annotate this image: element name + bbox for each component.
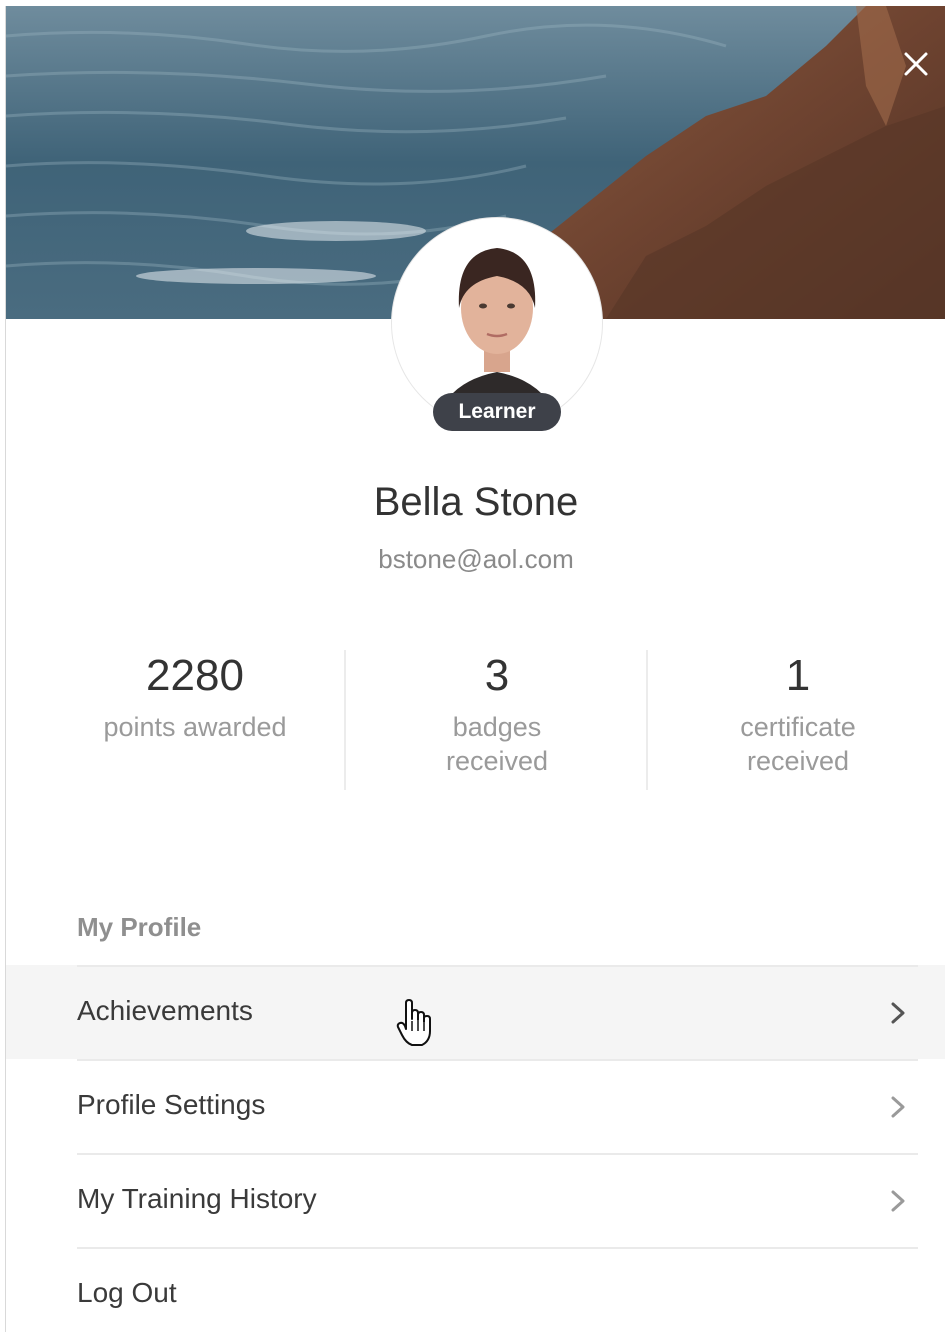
menu-item-label: My Training History [77,1183,317,1214]
chevron-right-icon [888,1093,908,1121]
stat-value: 1 [785,651,811,700]
menu-divider [77,1153,918,1155]
menu-divider [77,1059,918,1061]
stat-value: 3 [484,651,510,700]
stat-label-line: certificate [740,712,856,742]
stat-badges: 3 badges received [346,646,648,778]
menu-item-achievements[interactable]: Achievements [6,965,945,1059]
menu-item-training-history[interactable]: My Training History [6,1153,945,1247]
menu-item-label: Profile Settings [77,1089,266,1120]
menu-item-label: Achievements [77,995,253,1026]
chevron-right-icon [888,1187,908,1215]
section-title: My Profile [77,912,202,942]
menu-divider [77,965,918,967]
menu-item-log-out[interactable]: Log Out [6,1247,945,1332]
stat-label: certificate received [647,710,945,778]
user-email: bstone@aol.com [378,544,574,574]
close-button[interactable] [896,44,936,84]
stats-row: 2280 points awarded 3 badges received 1 … [6,646,945,796]
stat-value: 2280 [146,651,244,700]
chevron-right-icon [888,999,908,1027]
user-name: Bella Stone [373,480,579,524]
stat-certificates: 1 certificate received [647,646,945,778]
menu-item-profile-settings[interactable]: Profile Settings [6,1059,945,1153]
stat-label-line: badges [452,712,542,742]
menu-divider [77,1247,918,1249]
stat-points: 2280 points awarded [44,646,346,744]
stat-label: points awarded [103,712,287,742]
role-badge: Learner [433,393,561,431]
stat-label-line: received [445,746,549,776]
profile-menu: Achievements Profile Settings My Trainin… [6,965,945,1332]
profile-panel: Learner Bella Stone bstone@aol.com 2280 … [5,6,945,1332]
menu-item-label: Log Out [77,1277,177,1308]
hand-pointer-icon [396,999,432,1047]
stat-label-line: received [746,746,850,776]
close-icon [904,52,928,76]
stat-label: badges received [346,710,648,778]
